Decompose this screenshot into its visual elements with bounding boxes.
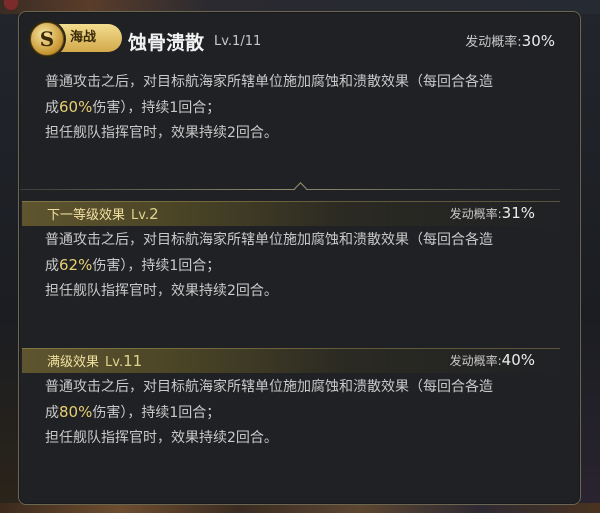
rate-value: 30%	[521, 32, 555, 50]
next-level-title-text: 下一等级效果	[47, 208, 126, 223]
skill-description: 普通攻击之后，对目标航海家所辖单位施加腐蚀和溃散效果（每回合各造 成60%伤害）…	[45, 70, 565, 146]
max-level-title-text: 满级效果	[47, 355, 100, 370]
skill-name: 蚀骨溃散	[128, 32, 205, 54]
next-desc-line-2-pre: 成	[45, 258, 59, 274]
max-level-rate-label: 发动概率:	[449, 354, 502, 368]
desc-line-2-post: 伤害），持续1回合；	[92, 100, 221, 116]
next-desc-line-2-post: 伤害），持续1回合；	[92, 258, 221, 274]
desc-line-3: 担任舰队指挥官时，效果持续2回合。	[45, 125, 278, 141]
max-level-lv-prefix: Lv.	[105, 355, 124, 370]
max-desc-line-2: 成80%伤害），持续1回合；	[45, 400, 565, 426]
max-desc-line-2-post: 伤害），持续1回合；	[92, 405, 221, 421]
desc-line-1: 普通攻击之后，对目标航海家所辖单位施加腐蚀和溃散效果（每回合各造	[45, 74, 493, 90]
next-level-lv-num: 2	[149, 205, 159, 223]
next-desc-line-3: 担任舰队指挥官时，效果持续2回合。	[45, 283, 278, 299]
skill-trigger-rate: 发动概率:30%	[465, 31, 555, 50]
desc-line-2-pre: 成	[45, 100, 59, 116]
max-level-lv-num: 11	[123, 352, 143, 370]
rate-label: 发动概率:	[465, 35, 522, 50]
max-desc-line-3: 担任舰队指挥官时，效果持续2回合。	[45, 430, 278, 446]
max-level-trigger-rate: 发动概率:40%	[450, 351, 535, 369]
next-damage-value: 62%	[59, 256, 93, 274]
max-level-lv: Lv.11	[105, 352, 143, 370]
next-level-trigger-rate: 发动概率:31%	[450, 204, 535, 222]
s-rank-letter: S	[39, 27, 55, 51]
next-level-rate-value: 31%	[501, 204, 535, 222]
background-left-strip	[0, 14, 20, 513]
section-divider	[20, 189, 560, 190]
next-level-lv-prefix: Lv.	[131, 208, 150, 223]
max-level-description: 普通攻击之后，对目标航海家所辖单位施加腐蚀和溃散效果（每回合各造 成80%伤害）…	[45, 375, 565, 451]
next-level-title: 下一等级效果 Lv.2	[47, 204, 159, 223]
damage-value: 60%	[59, 98, 93, 116]
max-level-rate-value: 40%	[501, 351, 535, 369]
max-level-title: 满级效果 Lv.11	[47, 351, 142, 370]
next-level-description: 普通攻击之后，对目标航海家所辖单位施加腐蚀和溃散效果（每回合各造 成62%伤害）…	[45, 228, 565, 304]
next-desc-line-1: 普通攻击之后，对目标航海家所辖单位施加腐蚀和溃散效果（每回合各造	[45, 232, 493, 248]
desc-line-2: 成60%伤害），持续1回合；	[45, 95, 565, 121]
max-desc-line-1: 普通攻击之后，对目标航海家所辖单位施加腐蚀和溃散效果（每回合各造	[45, 379, 493, 395]
next-level-lv: Lv.2	[131, 205, 159, 223]
next-level-rate-label: 发动概率:	[449, 207, 502, 221]
skill-level: Lv.1/11	[214, 34, 262, 49]
max-desc-line-2-pre: 成	[45, 405, 59, 421]
s-rank-icon: S	[30, 22, 64, 56]
next-desc-line-2: 成62%伤害），持续1回合；	[45, 253, 565, 279]
background-right-strip	[580, 14, 600, 513]
max-damage-value: 80%	[59, 403, 93, 421]
skill-category-label: 海战	[70, 30, 97, 45]
